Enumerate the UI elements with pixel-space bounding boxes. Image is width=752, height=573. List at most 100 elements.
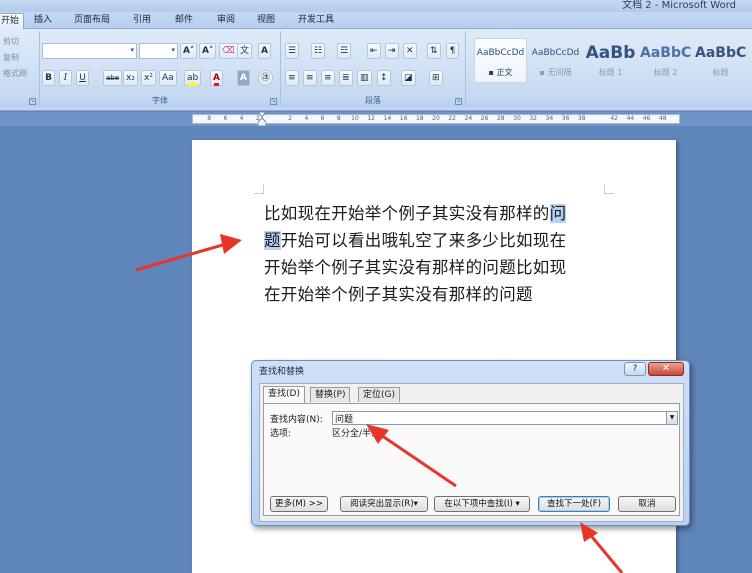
shrink-font-button[interactable]: A˅	[199, 43, 217, 59]
grow-font-button[interactable]: A˄	[180, 43, 198, 59]
style-heading-2[interactable]: AaBbC 标题 2	[639, 38, 692, 83]
text-line: 比如现在开始举个例子其实没有那样的问	[264, 200, 609, 227]
ruler-tick-label: 18	[415, 115, 424, 122]
tab-page-layout[interactable]: 页面布局	[68, 13, 116, 29]
shading-icon[interactable]: ◪	[401, 70, 416, 86]
enclose-char-icon[interactable]: ㊟	[258, 70, 274, 86]
highlight-color-icon[interactable]: ab	[184, 70, 202, 86]
tab-review[interactable]: 审阅	[212, 13, 240, 29]
numbering-icon[interactable]: ☷	[311, 43, 326, 59]
italic-button[interactable]: I	[59, 70, 72, 86]
options-value: 区分全/半角	[332, 429, 381, 439]
font-color-button[interactable]: A	[210, 70, 223, 86]
style-sample: AaBbCcDd	[531, 48, 580, 58]
close-button[interactable]: ✕	[648, 362, 684, 376]
font-group: ▾ ▾ A˄ A˅ ⌫ 文 A B I U abe x₂ x² Aa ab A …	[40, 31, 281, 107]
style-name: ▪ 正文	[488, 68, 513, 77]
tab-replace[interactable]: 替换(P)	[310, 387, 351, 402]
tab-find[interactable]: 查找(D)	[263, 386, 305, 403]
chevron-down-icon: ▾	[130, 46, 134, 54]
text-line: 开始举个例子其实没有那样的问题比如现	[264, 258, 567, 277]
underline-button[interactable]: U	[76, 70, 89, 86]
dialog-title: 查找和替换	[259, 367, 305, 377]
text-line: 题开始可以看出哦轧空了来多少比如现在	[264, 227, 609, 254]
justify-icon[interactable]: ≣	[339, 70, 353, 86]
window-title: 文档 2 - Microsoft Word	[622, 0, 736, 11]
ruler-tick-label: 26	[480, 115, 489, 122]
ruler-tick-label: 6	[320, 115, 325, 122]
chinese-layout-icon[interactable]: ✕	[403, 43, 417, 59]
style-heading-1[interactable]: AaBb 标题 1	[584, 38, 637, 83]
align-right-icon[interactable]: ≡	[321, 70, 335, 86]
style-sample: AaBbC	[695, 45, 746, 61]
format-painter-button[interactable]: 格式刷	[3, 68, 27, 79]
tab-mailings[interactable]: 邮件	[170, 13, 198, 29]
indent-marker-icon[interactable]	[258, 112, 266, 126]
tab-references[interactable]: 引用	[128, 13, 156, 29]
selected-text[interactable]: 题	[264, 231, 281, 250]
phonetic-guide-icon[interactable]: 文	[237, 43, 253, 59]
subscript-button[interactable]: x₂	[123, 70, 138, 86]
selected-text[interactable]: 问	[549, 204, 567, 223]
tab-view[interactable]: 视图	[252, 13, 280, 29]
ruler-tick-label: 38	[577, 115, 586, 122]
ruler-tick-label: 28	[496, 115, 505, 122]
clipboard-group: 剪切 复制 格式刷 ↘	[0, 31, 40, 107]
char-border-icon[interactable]: A	[258, 43, 271, 59]
style-name-text: 无间隔	[547, 68, 572, 77]
tab-insert[interactable]: 插入	[28, 13, 58, 29]
text-line: 在开始举个例子其实没有那样的问题	[264, 285, 533, 304]
ruler-tick-label: 8	[207, 115, 212, 122]
document-body[interactable]: 比如现在开始举个例子其实没有那样的问 题开始可以看出哦轧空了来多少比如现在 开始…	[264, 200, 609, 308]
clipboard-launcher-icon[interactable]: ↘	[29, 98, 36, 105]
ribbon: 剪切 复制 格式刷 ↘ ▾ ▾ A˄ A˅ ⌫ 文 A B I U abe x₂…	[0, 29, 752, 111]
ruler-tick-label: 30	[513, 115, 521, 122]
ruler-tick-label: 36	[561, 115, 570, 122]
superscript-button[interactable]: x²	[141, 70, 156, 86]
style-name: ▪ 无间隔	[539, 68, 572, 77]
cancel-button[interactable]: 取消	[618, 496, 676, 512]
find-dropdown-button[interactable]: ▼	[666, 411, 678, 425]
style-name: 标题	[712, 68, 729, 77]
style-normal[interactable]: AaBbCcDd ▪ 正文	[474, 38, 527, 83]
tab-developer[interactable]: 开发工具	[292, 13, 340, 29]
bold-button[interactable]: B	[42, 70, 55, 86]
line-spacing-icon[interactable]: ↕	[377, 70, 391, 86]
decrease-indent-icon[interactable]: ⇤	[367, 43, 381, 59]
help-button[interactable]: ?	[624, 362, 646, 376]
font-family-combo[interactable]: ▾	[42, 43, 137, 59]
borders-icon[interactable]: ⊞	[429, 70, 443, 86]
tab-goto[interactable]: 定位(G)	[358, 387, 400, 402]
find-in-button[interactable]: 在以下项中查找(I) ▾	[434, 496, 530, 512]
more-button[interactable]: 更多(M) >>	[270, 496, 328, 512]
margin-corner-mark	[604, 184, 614, 194]
multilevel-list-icon[interactable]: ☲	[337, 43, 352, 59]
cut-button[interactable]: 剪切	[3, 36, 19, 47]
align-center-icon[interactable]: ≡	[303, 70, 317, 86]
copy-button[interactable]: 复制	[3, 52, 19, 63]
find-next-button[interactable]: 查找下一处(F)	[538, 496, 610, 512]
char-shading-button[interactable]: A	[237, 70, 250, 86]
ruler-tick-label: 16	[399, 115, 408, 122]
align-left-icon[interactable]: ≡	[285, 70, 299, 86]
increase-indent-icon[interactable]: ⇥	[385, 43, 399, 59]
style-no-spacing[interactable]: AaBbCcDd ▪ 无间隔	[529, 38, 582, 83]
paragraph-launcher-icon[interactable]: ↘	[455, 98, 462, 105]
bullets-icon[interactable]: ☰	[285, 43, 300, 59]
ruler-tick-label: 44	[626, 115, 635, 122]
font-launcher-icon[interactable]: ↘	[270, 98, 277, 105]
sort-icon[interactable]: ⇅	[427, 43, 441, 59]
style-name-text: 正文	[496, 68, 513, 77]
change-case-button[interactable]: Aa	[159, 70, 177, 86]
find-what-input[interactable]	[332, 411, 667, 425]
ruler-tick-label: 6	[223, 115, 228, 122]
style-title[interactable]: AaBbC 标题	[694, 38, 747, 83]
font-size-combo[interactable]: ▾	[139, 43, 178, 59]
distribute-icon[interactable]: ▥	[357, 70, 372, 86]
text-run: 开始可以看出哦轧空了来多少比如现在	[280, 231, 567, 250]
strikethrough-button[interactable]: abe	[103, 70, 123, 86]
reading-highlight-button[interactable]: 阅读突出显示(R)▾	[340, 496, 428, 512]
show-marks-icon[interactable]: ¶	[446, 43, 459, 59]
clear-format-icon[interactable]: ⌫	[219, 43, 238, 59]
tab-home[interactable]: 开始	[0, 13, 24, 29]
